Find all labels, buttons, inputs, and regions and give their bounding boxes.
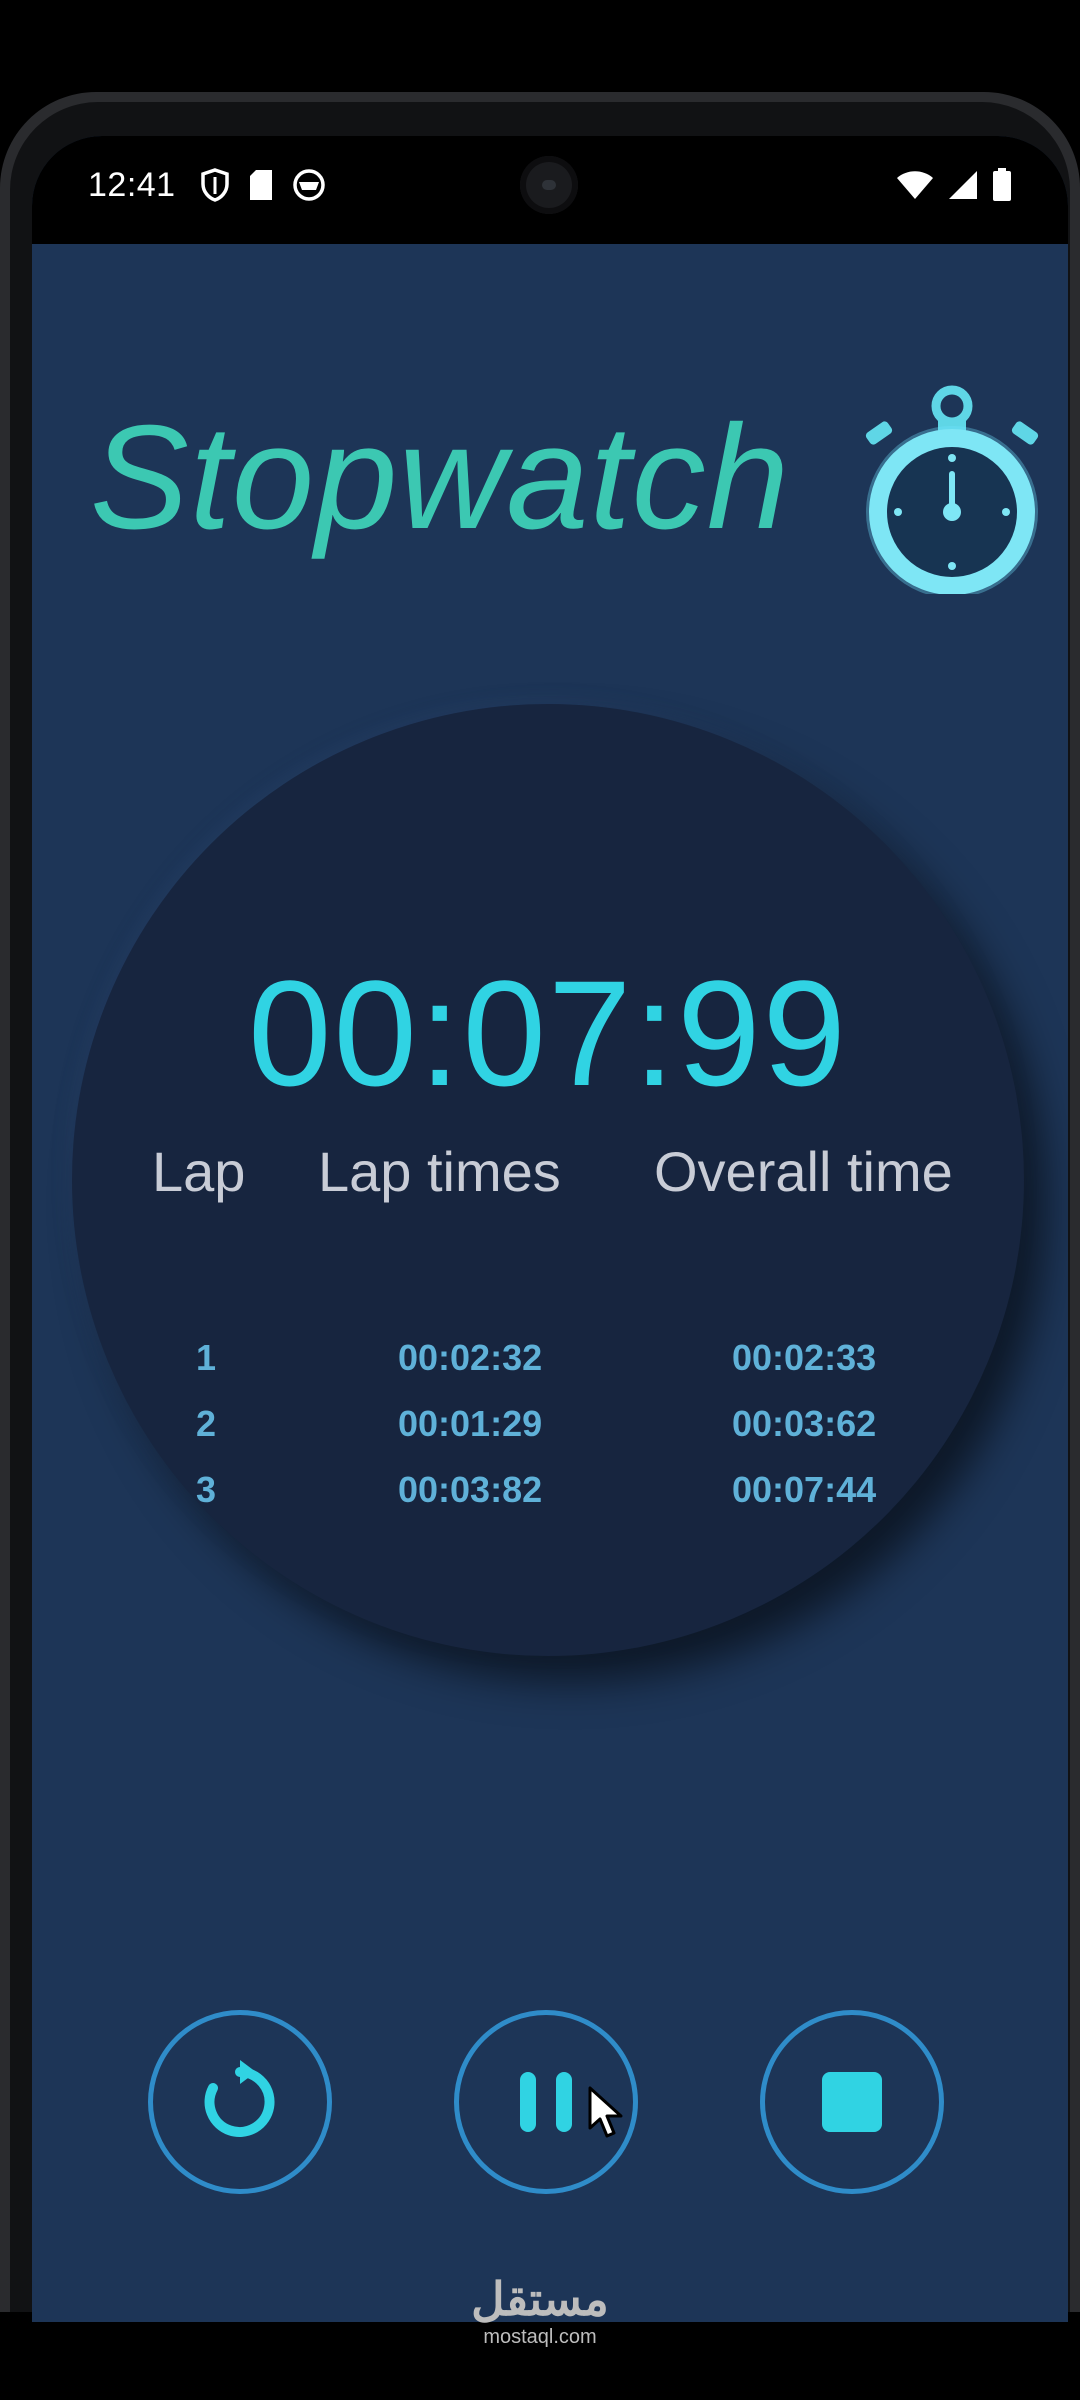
lap-header: Lap — [152, 1140, 246, 1203]
lap-number: 1 — [196, 1337, 217, 1378]
app-notification-icon — [293, 169, 325, 201]
app-screen: 12:41 Stopwatch 00:07:99 Lap Lap times O… — [32, 136, 1068, 2322]
page: 12:41 Stopwatch 00:07:99 Lap Lap times O… — [0, 0, 1080, 2400]
overall-time: 00:03:62 — [732, 1403, 877, 1444]
front-camera — [520, 156, 578, 214]
lap-number: 3 — [196, 1469, 217, 1510]
phone-frame: 12:41 Stopwatch 00:07:99 Lap Lap times O… — [0, 92, 1080, 2322]
watermark-logo: مستقل — [471, 2273, 609, 2325]
lap-time: 00:01:29 — [398, 1403, 543, 1444]
mouse-pointer-icon — [588, 2086, 623, 2138]
app-header: Stopwatch — [72, 374, 1052, 594]
watermark-domain: mostaql.com — [483, 2326, 597, 2348]
status-icons-right — [896, 168, 1012, 202]
lap-number: 2 — [196, 1403, 217, 1444]
sim-card-icon — [250, 170, 272, 200]
stop-icon — [822, 2072, 882, 2132]
phone-bezel: 12:41 Stopwatch 00:07:99 Lap Lap times O… — [10, 102, 1070, 2322]
stopwatch-icon — [865, 385, 1039, 594]
stop-button[interactable] — [760, 2010, 944, 2194]
stopwatch-dial: 00:07:99 Lap Lap times Overall time 1 00… — [72, 704, 1024, 1656]
pause-icon — [520, 2072, 572, 2132]
status-time: 12:41 — [88, 166, 176, 204]
status-icons-left — [200, 168, 326, 202]
wifi-icon — [897, 171, 933, 199]
overall-time-header: Overall time — [654, 1140, 953, 1203]
status-bar: 12:41 — [32, 136, 1068, 244]
reset-button[interactable] — [148, 2010, 332, 2194]
battery-icon — [993, 168, 1011, 201]
lap-time: 00:03:82 — [398, 1469, 543, 1510]
overall-time: 00:07:44 — [732, 1469, 877, 1510]
lap-times-header: Lap times — [318, 1140, 561, 1203]
overall-time: 00:02:33 — [732, 1337, 877, 1378]
signal-icon — [949, 171, 977, 199]
elapsed-time-display: 00:07:99 — [248, 949, 848, 1117]
lap-time: 00:02:32 — [398, 1337, 543, 1378]
reset-icon — [204, 2060, 275, 2137]
app-title: Stopwatch — [90, 395, 791, 560]
shield-icon — [201, 168, 229, 202]
watermark: مستقل mostaql.com — [0, 2276, 1080, 2349]
